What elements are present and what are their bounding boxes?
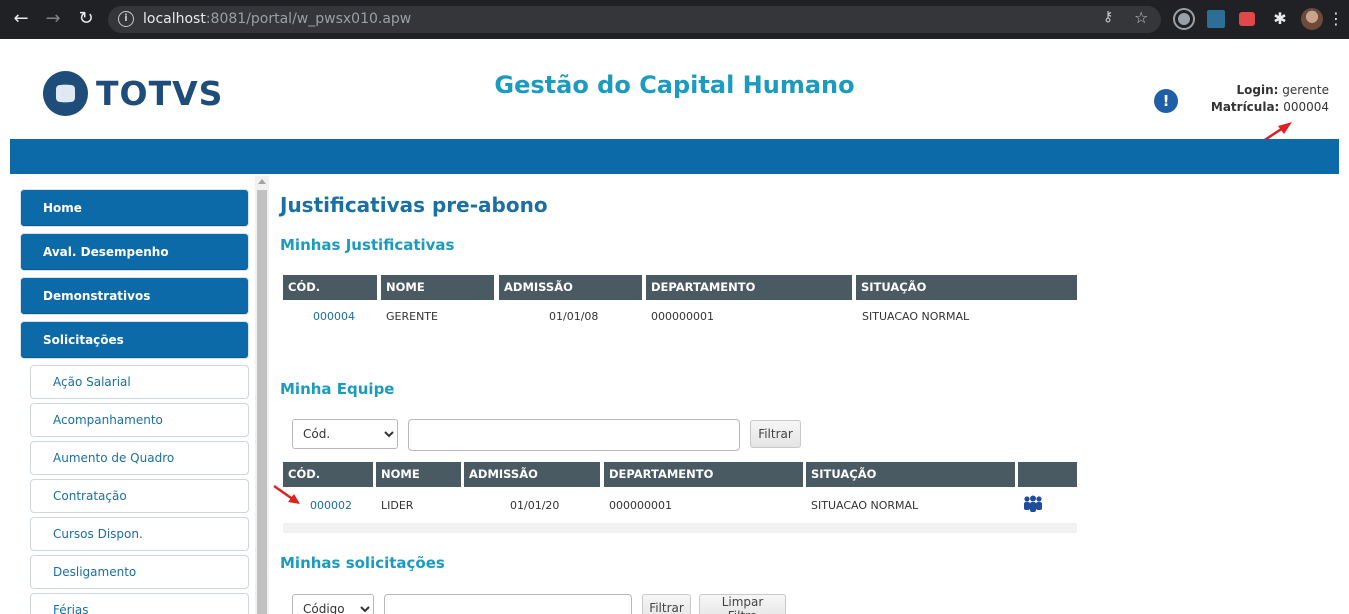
sidebar-subitem-desligamento[interactable]: Desligamento — [30, 555, 249, 589]
login-info: Login: gerente Matrícula: 000004 — [1211, 82, 1329, 116]
sidebar-subitem-contratacao[interactable]: Contratação — [30, 479, 249, 513]
requests-filter-select[interactable]: Código — [292, 594, 374, 614]
team-filter-button[interactable]: Filtrar — [750, 420, 801, 448]
team-row-cod-link[interactable]: 000002 — [310, 499, 352, 512]
matricula-label: Matrícula: — [1210, 100, 1280, 114]
row-situacao: SITUACAO NORMAL — [862, 310, 970, 323]
col-header-admissao: ADMISSÃO — [499, 275, 642, 300]
team-col-header-nome: NOME — [376, 462, 461, 487]
matricula-value: 000004 — [1283, 100, 1329, 114]
key-icon[interactable]: ⚷ — [1103, 9, 1113, 25]
annotation-arrow-team-row — [273, 484, 300, 504]
sidebar-item-home[interactable]: Home — [20, 189, 249, 227]
section-title-minhas-solicitacoes: Minhas solicitações — [280, 554, 445, 572]
sidebar-item-demonstrativos[interactable]: Demonstrativos — [20, 277, 249, 315]
profile-avatar[interactable] — [1301, 8, 1323, 30]
team-table-footer — [283, 523, 1077, 533]
sidebar-scrollbar[interactable] — [255, 176, 269, 614]
section-title-minha-equipe: Minha Equipe — [280, 380, 395, 398]
back-icon[interactable]: ← — [10, 8, 32, 30]
team-row-nome: LIDER — [381, 499, 414, 512]
sidebar-subitem-aumento-de-quadro[interactable]: Aumento de Quadro — [30, 441, 249, 475]
team-col-header-actions — [1018, 462, 1077, 487]
team-members-icon[interactable] — [1022, 495, 1044, 513]
row-nome: GERENTE — [386, 310, 438, 323]
extension-screen-icon[interactable] — [1207, 10, 1225, 28]
team-filter-input[interactable] — [408, 419, 740, 451]
scrollbar-thumb[interactable] — [257, 190, 267, 614]
sidebar-subitem-acompanhamento[interactable]: Acompanhamento — [30, 403, 249, 437]
row-departamento: 000000001 — [651, 310, 714, 323]
sidebar-subitem-cursos-dispon[interactable]: Cursos Dispon. — [30, 517, 249, 551]
site-info-icon[interactable]: i — [118, 11, 134, 27]
reload-icon[interactable]: ↻ — [75, 8, 97, 30]
team-row-admissao: 01/01/20 — [510, 499, 560, 512]
kebab-menu-icon[interactable]: ⋮ — [1325, 8, 1347, 30]
sidebar: Home Aval. Desempenho Demonstrativos Sol… — [10, 176, 269, 614]
login-label: Login: — [1236, 83, 1279, 97]
requests-filter-input[interactable] — [384, 594, 632, 614]
sidebar-subitem-acao-salarial[interactable]: Ação Salarial — [30, 365, 249, 399]
col-header-situacao: SITUAÇÃO — [856, 275, 1077, 300]
team-col-header-departamento: DEPARTAMENTO — [604, 462, 803, 487]
page-title: Justificativas pre-abono — [280, 193, 548, 217]
row-admissao: 01/01/08 — [549, 310, 599, 323]
extensions-puzzle-icon[interactable]: ✱ — [1269, 8, 1291, 30]
sidebar-item-solicitacoes[interactable]: Solicitações — [20, 321, 249, 359]
team-row-departamento: 000000001 — [609, 499, 672, 512]
team-row-situacao: SITUACAO NORMAL — [811, 499, 919, 512]
browser-toolbar: ← → ↻ i localhost:8081/portal/w_pwsx010.… — [0, 0, 1349, 39]
team-col-header-situacao: SITUAÇÃO — [806, 462, 1015, 487]
requests-filter-button[interactable]: Filtrar — [642, 594, 691, 614]
app-title: Gestão do Capital Humano — [494, 71, 855, 99]
scroll-up-arrow-icon[interactable] — [258, 179, 266, 184]
forward-icon[interactable]: → — [42, 8, 64, 30]
team-col-header-admissao: ADMISSÃO — [464, 462, 600, 487]
bookmark-star-icon[interactable]: ☆ — [1134, 8, 1148, 27]
col-header-nome: NOME — [381, 275, 494, 300]
requests-clear-filter-button[interactable]: Limpar Filtro — [699, 594, 786, 614]
col-header-departamento: DEPARTAMENTO — [646, 275, 852, 300]
col-header-cod: CÓD. — [283, 275, 377, 300]
url-text[interactable]: localhost:8081/portal/w_pwsx010.apw — [143, 11, 411, 27]
extension-record-icon[interactable] — [1239, 12, 1255, 26]
row-cod-link[interactable]: 000004 — [313, 310, 355, 323]
extension-circle-icon[interactable] — [1175, 10, 1193, 28]
sidebar-subitem-ferias[interactable]: Férias — [30, 593, 249, 614]
top-nav-bar — [10, 139, 1339, 174]
address-bar[interactable]: i localhost:8081/portal/w_pwsx010.apw ⚷ … — [108, 6, 1161, 33]
team-filter-select[interactable]: Cód. — [292, 419, 398, 449]
alert-icon[interactable]: ! — [1154, 89, 1178, 113]
login-value: gerente — [1282, 83, 1329, 97]
section-title-minhas-justificativas: Minhas Justificativas — [280, 236, 455, 254]
sidebar-item-aval-desempenho[interactable]: Aval. Desempenho — [20, 233, 249, 271]
